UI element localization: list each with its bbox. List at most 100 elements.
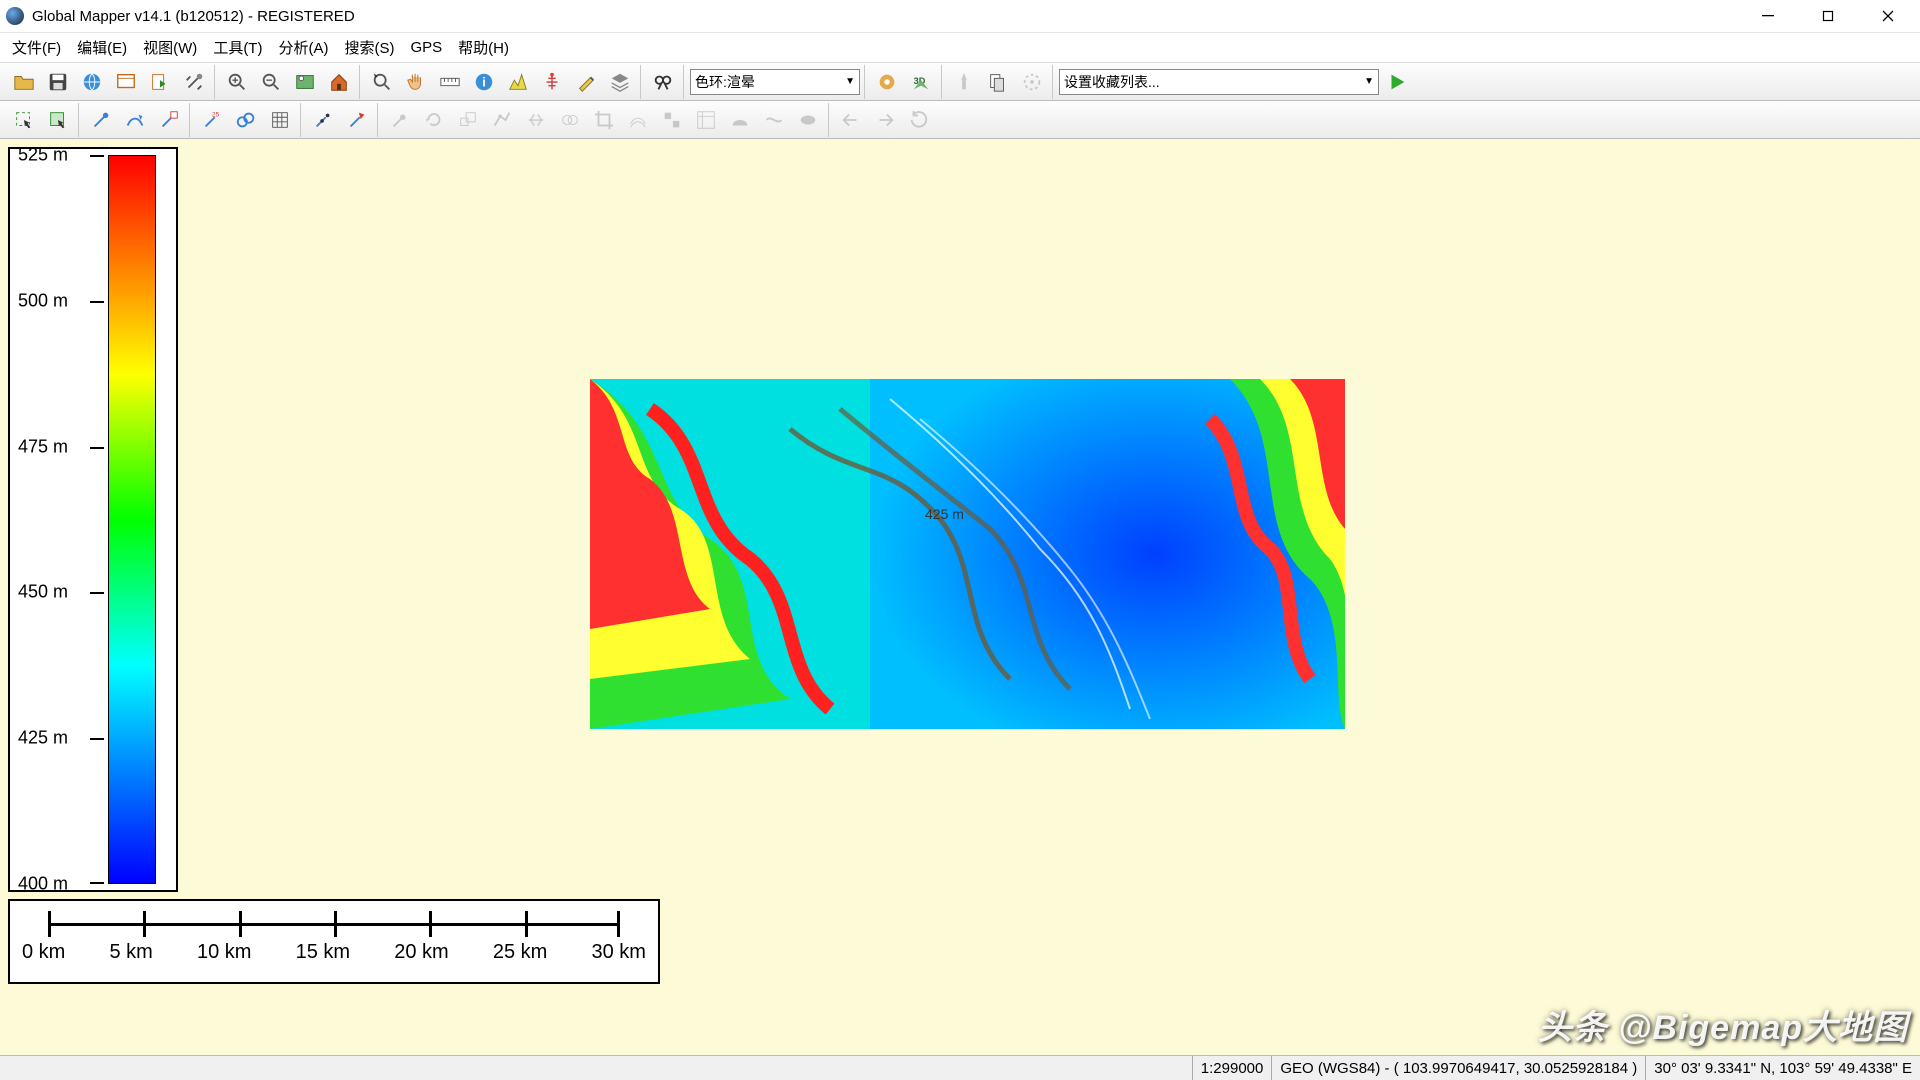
zoom-in-button[interactable] bbox=[221, 66, 253, 98]
create-grid-button[interactable] bbox=[264, 104, 296, 136]
legend-color-bar bbox=[108, 155, 156, 884]
status-coordinates: 30° 03' 9.3341" N, 103° 59' 49.4338" E bbox=[1645, 1056, 1920, 1080]
legend-tick-label: 450 m bbox=[18, 582, 68, 603]
legend-tick-label: 475 m bbox=[18, 436, 68, 457]
edit-move-button[interactable] bbox=[384, 104, 416, 136]
info-tool-button[interactable]: i bbox=[468, 66, 500, 98]
scale-label: 25 km bbox=[493, 941, 547, 964]
svg-text:425 m: 425 m bbox=[925, 506, 964, 522]
watermark-text: 头条 @Bigemap大地图 bbox=[1538, 1000, 1908, 1049]
run-favorite-button[interactable] bbox=[1381, 66, 1413, 98]
create-cogo-button[interactable]: 25 bbox=[196, 104, 228, 136]
minimize-button[interactable] bbox=[1738, 0, 1798, 33]
profile-tool-button[interactable] bbox=[502, 66, 534, 98]
create-circle-button[interactable] bbox=[230, 104, 262, 136]
edit-crop-button[interactable] bbox=[588, 104, 620, 136]
legend-tick-label: 425 m bbox=[18, 728, 68, 749]
favorites-value: 设置收藏列表... bbox=[1064, 72, 1160, 92]
svg-text:25: 25 bbox=[212, 111, 220, 118]
edit-split-button[interactable] bbox=[520, 104, 552, 136]
workspace-button[interactable] bbox=[110, 66, 142, 98]
3d-view-button[interactable]: 3D bbox=[905, 66, 937, 98]
toolbar-secondary: 25 bbox=[0, 101, 1920, 139]
create-line-button[interactable] bbox=[119, 104, 151, 136]
menu-file[interactable]: 文件(F) bbox=[4, 34, 69, 61]
render-options-button[interactable] bbox=[871, 66, 903, 98]
edit-island-button[interactable] bbox=[724, 104, 756, 136]
full-extent-button[interactable] bbox=[289, 66, 321, 98]
pan-tool-button[interactable] bbox=[400, 66, 432, 98]
svg-text:i: i bbox=[482, 74, 486, 89]
layers-button[interactable] bbox=[604, 66, 636, 98]
digitizer-tool-button[interactable] bbox=[570, 66, 602, 98]
menu-view[interactable]: 视图(W) bbox=[135, 34, 205, 61]
edit-rotate-button[interactable] bbox=[418, 104, 450, 136]
select-area-button[interactable] bbox=[42, 104, 74, 136]
create-trace-button[interactable] bbox=[153, 104, 185, 136]
open-file-button[interactable] bbox=[8, 66, 40, 98]
edit-offset-button[interactable] bbox=[622, 104, 654, 136]
terrain-raster: 425 m bbox=[590, 379, 1345, 729]
status-projection: GEO (WGS84) - ( 103.9970649417, 30.05259… bbox=[1271, 1056, 1645, 1080]
app-icon bbox=[6, 7, 24, 25]
create-buffer-button[interactable] bbox=[341, 104, 373, 136]
chevron-down-icon: ▼ bbox=[845, 76, 855, 87]
titlebar: Global Mapper v14.1 (b120512) - REGISTER… bbox=[0, 0, 1920, 33]
home-view-button[interactable] bbox=[323, 66, 355, 98]
edit-attr-button[interactable] bbox=[690, 104, 722, 136]
online-data-button[interactable] bbox=[76, 66, 108, 98]
map-viewport[interactable]: 525 m 500 m 475 m 450 m 425 m 400 m bbox=[0, 139, 1920, 1055]
edit-smooth-button[interactable] bbox=[792, 104, 824, 136]
menu-help[interactable]: 帮助(H) bbox=[450, 34, 517, 61]
scale-label: 15 km bbox=[296, 941, 350, 964]
chevron-down-icon: ▼ bbox=[1364, 76, 1374, 87]
toolbar-primary: i 色环:渲晕 ▼ 3D 设置收藏列表... ▼ bbox=[0, 63, 1920, 101]
edit-snap-button[interactable] bbox=[656, 104, 688, 136]
scale-label: 0 km bbox=[22, 941, 65, 964]
close-button[interactable] bbox=[1858, 0, 1918, 33]
find-button[interactable] bbox=[647, 66, 679, 98]
edit-simplify-button[interactable] bbox=[758, 104, 790, 136]
create-point-button[interactable] bbox=[85, 104, 117, 136]
menu-analysis[interactable]: 分析(A) bbox=[270, 34, 336, 61]
legend-tick-label: 400 m bbox=[18, 874, 68, 895]
save-button[interactable] bbox=[42, 66, 74, 98]
zoom-out-button[interactable] bbox=[255, 66, 287, 98]
select-button[interactable] bbox=[8, 104, 40, 136]
edit-scale-button[interactable] bbox=[452, 104, 484, 136]
measure-tool-button[interactable] bbox=[434, 66, 466, 98]
viewshed-tool-button[interactable] bbox=[536, 66, 568, 98]
gps-manage-button[interactable] bbox=[982, 66, 1014, 98]
maximize-button[interactable] bbox=[1798, 0, 1858, 33]
redo-button[interactable] bbox=[869, 104, 901, 136]
favorites-dropdown[interactable]: 设置收藏列表... ▼ bbox=[1059, 69, 1379, 95]
create-range-ring-button[interactable] bbox=[307, 104, 339, 136]
menu-gps[interactable]: GPS bbox=[402, 36, 450, 59]
statusbar: 1:299000 GEO (WGS84) - ( 103.9970649417,… bbox=[0, 1055, 1920, 1080]
refresh-button[interactable] bbox=[903, 104, 935, 136]
scale-bar: 0 km 5 km 10 km 15 km 20 km 25 km 30 km bbox=[8, 899, 660, 984]
config-button[interactable] bbox=[178, 66, 210, 98]
undo-button[interactable] bbox=[835, 104, 867, 136]
scale-label: 30 km bbox=[592, 941, 646, 964]
legend-labels: 525 m 500 m 475 m 450 m 425 m 400 m bbox=[18, 155, 90, 884]
window-title: Global Mapper v14.1 (b120512) - REGISTER… bbox=[32, 8, 1738, 25]
zoom-tool-button[interactable] bbox=[366, 66, 398, 98]
edit-vertex-button[interactable] bbox=[486, 104, 518, 136]
shader-value: 色环:渲晕 bbox=[695, 72, 755, 92]
menu-tools[interactable]: 工具(T) bbox=[205, 34, 270, 61]
shader-dropdown[interactable]: 色环:渲晕 ▼ bbox=[690, 69, 860, 95]
status-scale: 1:299000 bbox=[1192, 1056, 1272, 1080]
edit-combine-button[interactable] bbox=[554, 104, 586, 136]
scale-label: 10 km bbox=[197, 941, 251, 964]
legend-tick-label: 500 m bbox=[18, 290, 68, 311]
scale-label: 5 km bbox=[110, 941, 153, 964]
gps-track-button[interactable] bbox=[1016, 66, 1048, 98]
scale-label: 20 km bbox=[394, 941, 448, 964]
menu-search[interactable]: 搜索(S) bbox=[336, 34, 402, 61]
gps-start-button[interactable] bbox=[948, 66, 980, 98]
export-button[interactable] bbox=[144, 66, 176, 98]
menu-edit[interactable]: 编辑(E) bbox=[69, 34, 135, 61]
menubar: 文件(F) 编辑(E) 视图(W) 工具(T) 分析(A) 搜索(S) GPS … bbox=[0, 33, 1920, 63]
legend-ticks bbox=[90, 155, 108, 884]
